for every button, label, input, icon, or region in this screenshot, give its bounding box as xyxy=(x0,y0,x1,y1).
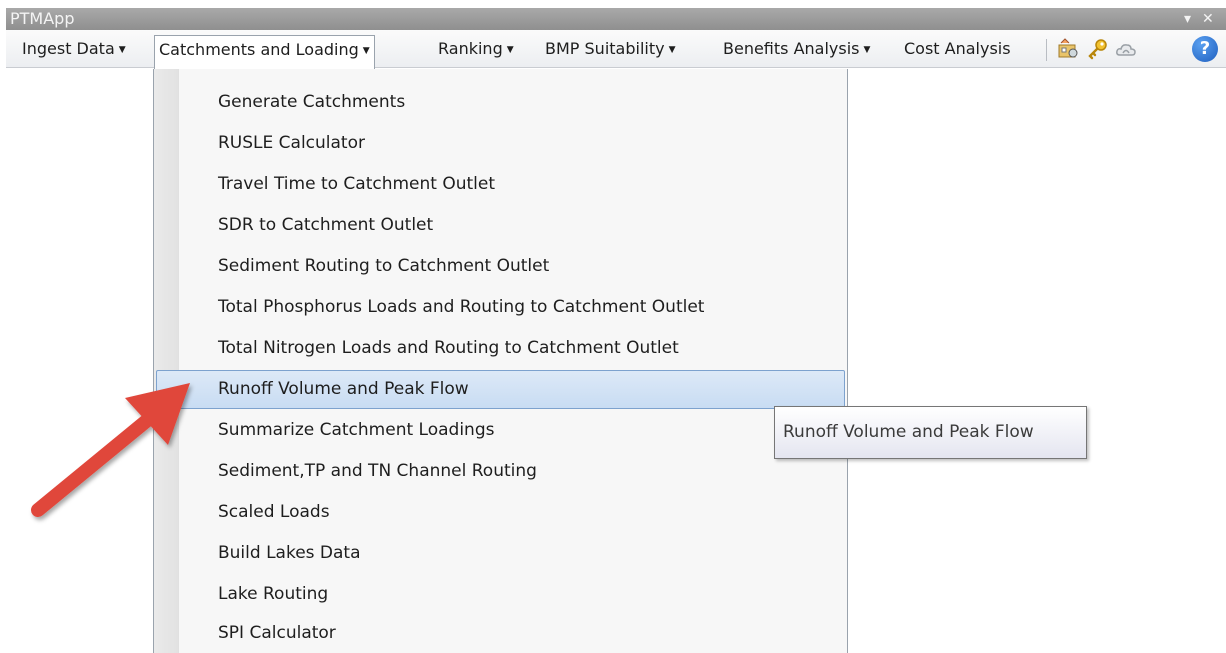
cloud-icon[interactable] xyxy=(1114,37,1138,61)
close-icon[interactable]: ✕ xyxy=(1202,9,1214,29)
menu-cost-analysis: Cost Analysis xyxy=(900,35,1015,63)
menu-catchments-and-loading[interactable]: Catchments and Loading ▼ xyxy=(154,35,375,69)
menu-item-build-lakes-data[interactable]: Build Lakes Data xyxy=(156,534,845,573)
toolbar-title-bar: PTMApp ▾ ✕ xyxy=(6,8,1226,30)
menu-item-summarize-loadings[interactable]: Summarize Catchment Loadings xyxy=(156,411,845,450)
tooltip: Runoff Volume and Peak Flow xyxy=(774,406,1087,459)
menu-item-scaled-loads[interactable]: Scaled Loads xyxy=(156,493,845,532)
menu-item-rusle-calculator[interactable]: RUSLE Calculator xyxy=(156,124,845,163)
dropdown-arrow-icon: ▼ xyxy=(118,45,126,55)
identify-tool-icon[interactable] xyxy=(1056,37,1080,61)
menu-item-generate-catchments[interactable]: Generate Catchments xyxy=(156,83,845,122)
menu-item-channel-routing[interactable]: Sediment,TP and TN Channel Routing xyxy=(156,452,845,491)
ptmapp-toolbar: Ingest Data ▼ Catchments and Loading ▼ Ran… xyxy=(6,30,1226,69)
help-icon[interactable]: ? xyxy=(1192,36,1218,62)
menu-item-total-phosphorus[interactable]: Total Phosphorus Loads and Routing to Ca… xyxy=(156,288,845,327)
dropdown-arrow-icon: ▼ xyxy=(863,45,871,55)
menu-item-sediment-routing[interactable]: Sediment Routing to Catchment Outlet xyxy=(156,247,845,286)
menu-item-travel-time[interactable]: Travel Time to Catchment Outlet xyxy=(156,165,845,204)
menu-label: Cost Analysis xyxy=(904,39,1011,58)
menu-label: Ingest Data xyxy=(22,39,115,58)
chevron-down-icon[interactable]: ▾ xyxy=(1184,9,1191,29)
menu-item-runoff-volume[interactable]: Runoff Volume and Peak Flow xyxy=(156,370,845,409)
catchments-and-loading-menu: Generate Catchments RUSLE Calculator Tra… xyxy=(153,69,848,653)
menu-ingest-data[interactable]: Ingest Data ▼ xyxy=(18,35,130,63)
menu-item-sdr[interactable]: SDR to Catchment Outlet xyxy=(156,206,845,245)
menu-bmp-suitability[interactable]: BMP Suitability ▼ xyxy=(541,35,680,63)
dropdown-arrow-icon: ▼ xyxy=(362,46,370,56)
key-icon[interactable] xyxy=(1086,37,1110,61)
toolbar-separator xyxy=(1046,39,1047,61)
dropdown-arrow-icon: ▼ xyxy=(668,45,676,55)
menu-label: Catchments and Loading xyxy=(159,40,359,59)
menu-label: BMP Suitability xyxy=(545,39,665,58)
menu-label: Benefits Analysis xyxy=(723,39,860,58)
menu-ranking[interactable]: Ranking ▼ xyxy=(434,35,518,63)
menu-item-total-nitrogen[interactable]: Total Nitrogen Loads and Routing to Catc… xyxy=(156,329,845,368)
menu-benefits-analysis[interactable]: Benefits Analysis ▼ xyxy=(719,35,874,63)
menu-item-lake-routing[interactable]: Lake Routing xyxy=(156,575,845,614)
menu-item-spi-calculator[interactable]: SPI Calculator xyxy=(156,614,845,653)
dropdown-arrow-icon: ▼ xyxy=(506,45,514,55)
window-title: PTMApp xyxy=(10,9,75,28)
menu-label: Ranking xyxy=(438,39,503,58)
